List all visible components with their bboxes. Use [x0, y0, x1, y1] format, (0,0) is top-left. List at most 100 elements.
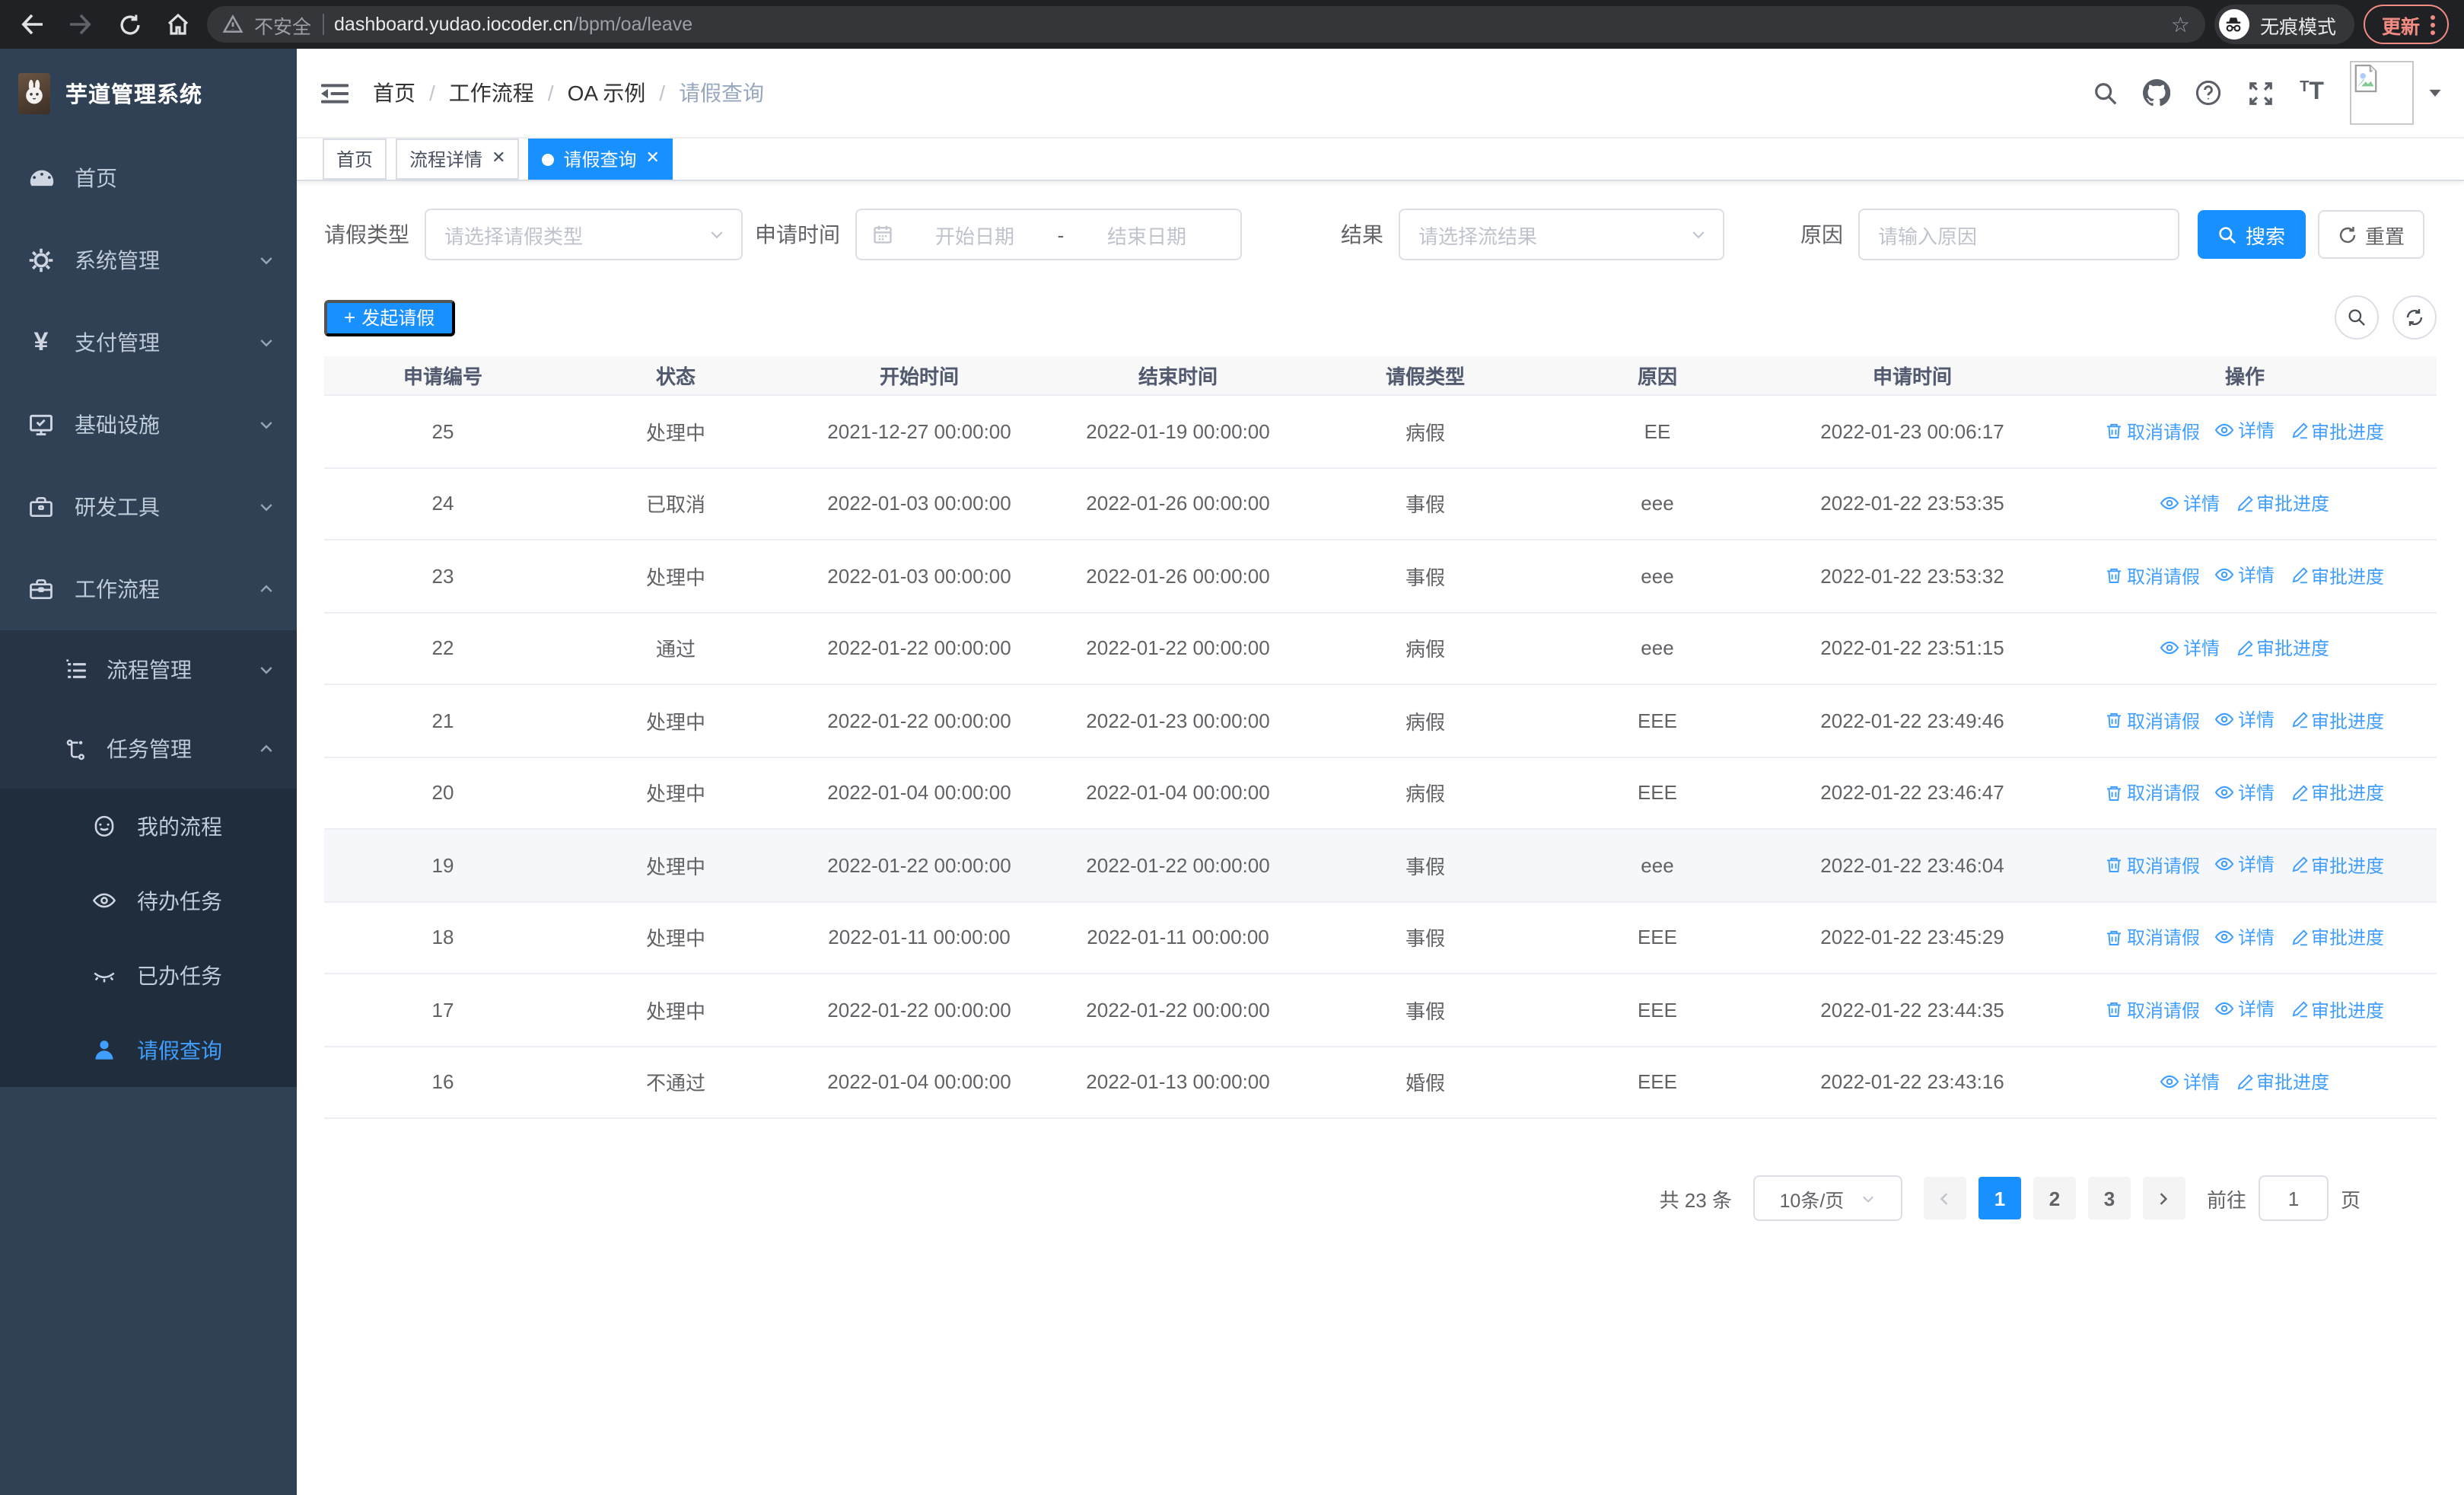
- action-progress-link[interactable]: 审批进度: [2290, 997, 2384, 1023]
- create-leave-button[interactable]: + 发起请假: [324, 299, 455, 336]
- table-refresh-icon[interactable]: [2392, 295, 2437, 339]
- action-cancel-link[interactable]: 取消请假: [2106, 997, 2200, 1023]
- search-button[interactable]: 搜索: [2198, 210, 2306, 259]
- page-url[interactable]: dashboard.yudao.iocoder.cn/bpm/oa/leave: [334, 14, 692, 35]
- apply-time-range-picker[interactable]: 开始日期 - 结束日期: [855, 209, 1242, 260]
- sidebar-item-home[interactable]: 首页: [0, 137, 297, 219]
- cell-leave-type: 病假: [1307, 612, 1543, 685]
- bookmark-star-icon[interactable]: ☆: [2171, 14, 2190, 35]
- sidebar-item-leave-query[interactable]: 请假查询: [0, 1012, 297, 1087]
- back-icon[interactable]: [12, 5, 52, 44]
- breadcrumb-oa[interactable]: OA 示例: [568, 78, 646, 108]
- action-detail-link[interactable]: 详情: [2215, 924, 2275, 950]
- browser-update-button[interactable]: 更新: [2363, 5, 2449, 44]
- action-detail-link[interactable]: 详情: [2160, 490, 2220, 516]
- page-button-3[interactable]: 3: [2087, 1177, 2131, 1219]
- sidebar-item-task-mgmt[interactable]: 任务管理: [0, 709, 297, 789]
- cell-reason: EEE: [1543, 974, 1772, 1047]
- action-progress-link[interactable]: 审批进度: [2290, 853, 2384, 878]
- sidebar-item-done-tasks[interactable]: 已办任务: [0, 938, 297, 1012]
- cell-leave-type: 病假: [1307, 684, 1543, 757]
- security-label[interactable]: 不安全: [254, 10, 311, 39]
- cell-status: 处理中: [562, 395, 790, 468]
- forward-icon[interactable]: [61, 5, 100, 44]
- action-detail-link[interactable]: 详情: [2160, 635, 2220, 661]
- sidebar-item-payment[interactable]: ¥ 支付管理: [0, 301, 297, 384]
- action-detail-link[interactable]: 详情: [2215, 707, 2275, 733]
- sidebar-collapse-icon[interactable]: [321, 81, 349, 104]
- sidebar-item-workflow[interactable]: 工作流程: [0, 548, 297, 630]
- action-detail-link[interactable]: 详情: [2215, 779, 2275, 805]
- action-progress-link[interactable]: 审批进度: [2290, 780, 2384, 806]
- breadcrumb-workflow[interactable]: 工作流程: [449, 78, 534, 108]
- help-icon[interactable]: [2182, 79, 2234, 107]
- page-size-select[interactable]: 10条/页: [1752, 1175, 1902, 1221]
- home-icon[interactable]: [158, 5, 198, 44]
- table-row: 19 处理中 2022-01-22 00:00:00 2022-01-22 00:00…: [324, 829, 2437, 902]
- sidebar-item-infrastructure[interactable]: 基础设施: [0, 384, 297, 466]
- action-cancel-link[interactable]: 取消请假: [2106, 925, 2200, 951]
- search-icon[interactable]: [2079, 80, 2131, 106]
- action-progress-link[interactable]: 审批进度: [2290, 925, 2384, 951]
- chevron-down-icon: [257, 251, 275, 269]
- edit-icon: [2291, 929, 2307, 945]
- sidebar-item-my-process[interactable]: 我的流程: [0, 789, 297, 863]
- address-bar[interactable]: 不安全 dashboard.yudao.iocoder.cn/bpm/oa/le…: [207, 6, 2205, 43]
- action-progress-link[interactable]: 审批进度: [2290, 419, 2384, 445]
- font-size-icon[interactable]: TT: [2286, 79, 2338, 107]
- action-progress-link[interactable]: 审批进度: [2290, 708, 2384, 734]
- action-progress-link[interactable]: 审批进度: [2290, 563, 2384, 589]
- next-page-button[interactable]: [2142, 1177, 2185, 1219]
- eye-icon: [2215, 786, 2235, 799]
- action-detail-link[interactable]: 详情: [2215, 563, 2275, 588]
- close-icon[interactable]: ✕: [492, 150, 505, 167]
- reload-icon[interactable]: [110, 5, 149, 44]
- tab-home[interactable]: 首页: [323, 139, 387, 180]
- cell-apply-time: 2022-01-22 23:53:32: [1772, 540, 2053, 613]
- action-progress-link[interactable]: 审批进度: [2235, 1069, 2329, 1095]
- action-progress-link[interactable]: 审批进度: [2235, 491, 2329, 517]
- cell-end-time: 2022-01-26 00:00:00: [1049, 467, 1307, 540]
- goto-page-input[interactable]: [2258, 1175, 2329, 1221]
- action-detail-link[interactable]: 详情: [2160, 1069, 2220, 1095]
- tab-process-detail[interactable]: 流程详情 ✕: [396, 139, 520, 180]
- action-cancel-link[interactable]: 取消请假: [2106, 708, 2200, 734]
- action-cancel-link[interactable]: 取消请假: [2106, 419, 2200, 445]
- cell-end-time: 2022-01-22 00:00:00: [1049, 974, 1307, 1047]
- sidebar-item-system[interactable]: 系统管理: [0, 219, 297, 301]
- reason-input[interactable]: 请输入原因: [1858, 209, 2179, 260]
- breadcrumb-home[interactable]: 首页: [373, 78, 415, 108]
- workflow-submenu: 流程管理 任务管理 我的流程 待办任务 已办任务 请假查询: [0, 630, 297, 1087]
- page-button-1[interactable]: 1: [1978, 1177, 2021, 1219]
- browser-menu-icon[interactable]: [2431, 14, 2435, 34]
- table-body: 25 处理中 2021-12-27 00:00:00 2022-01-19 00:00…: [324, 395, 2437, 1119]
- action-progress-link[interactable]: 审批进度: [2235, 636, 2329, 661]
- result-select[interactable]: 请选择流结果: [1399, 209, 1724, 260]
- table-search-toggle-icon[interactable]: [2335, 295, 2379, 339]
- page-button-2[interactable]: 2: [2033, 1177, 2076, 1219]
- cell-leave-type: 事假: [1307, 901, 1543, 974]
- chevron-down-icon: [257, 333, 275, 352]
- sidebar-item-devtools[interactable]: 研发工具: [0, 466, 297, 548]
- sidebar-item-process-mgmt[interactable]: 流程管理: [0, 630, 297, 709]
- action-detail-link[interactable]: 详情: [2215, 996, 2275, 1022]
- close-icon[interactable]: ✕: [646, 150, 660, 167]
- tab-leave-query[interactable]: 请假查询 ✕: [528, 139, 673, 180]
- action-detail-link[interactable]: 详情: [2215, 852, 2275, 878]
- cell-end-time: 2022-01-19 00:00:00: [1049, 395, 1307, 468]
- calendar-icon: [872, 224, 893, 245]
- action-detail-link[interactable]: 详情: [2215, 418, 2275, 444]
- github-icon[interactable]: [2131, 79, 2182, 107]
- sidebar-item-todo-tasks[interactable]: 待办任务: [0, 863, 297, 938]
- avatar[interactable]: [2350, 61, 2414, 125]
- fullscreen-icon[interactable]: [2234, 80, 2286, 106]
- reset-button[interactable]: 重置: [2318, 210, 2424, 259]
- leave-type-select[interactable]: 请选择请假类型: [425, 209, 743, 260]
- chevron-up-icon: [257, 740, 275, 758]
- prev-page-button[interactable]: [1923, 1177, 1966, 1219]
- action-cancel-link[interactable]: 取消请假: [2106, 853, 2200, 878]
- cell-id: 16: [324, 1046, 562, 1119]
- avatar-caret-icon[interactable]: [2427, 85, 2443, 100]
- action-cancel-link[interactable]: 取消请假: [2106, 563, 2200, 589]
- action-cancel-link[interactable]: 取消请假: [2106, 780, 2200, 806]
